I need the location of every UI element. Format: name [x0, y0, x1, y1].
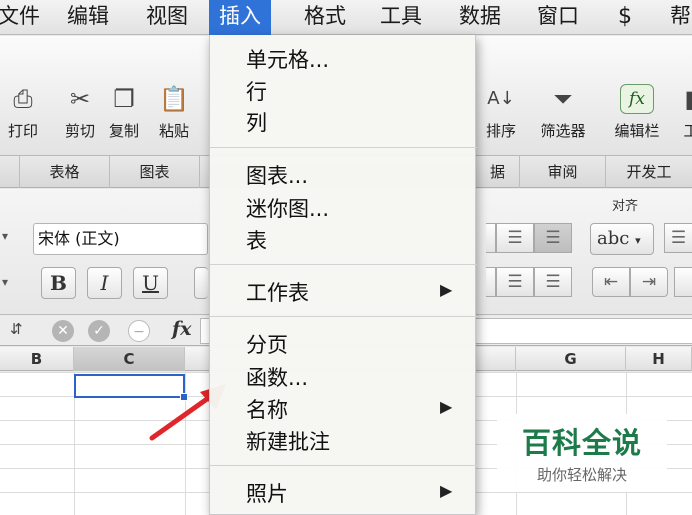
- align-top-button[interactable]: [486, 223, 496, 253]
- menu-item-cells[interactable]: 单元格...: [246, 44, 329, 74]
- menu-separator: [210, 465, 477, 466]
- watermark-title: 百科全说: [521, 426, 642, 460]
- menu-tools[interactable]: 工具: [380, 0, 422, 35]
- menu-separator: [210, 147, 477, 148]
- printer-icon: ⎙: [13, 85, 33, 113]
- cancel-icon[interactable]: ✕: [52, 320, 74, 342]
- menu-item-sparklines[interactable]: 迷你图...: [246, 193, 329, 223]
- decrease-indent-button[interactable]: ⇤: [592, 267, 630, 297]
- watermark-logo: 百科全说 助你轻松解决: [497, 414, 667, 492]
- italic-button[interactable]: I: [87, 267, 122, 299]
- tab-developer[interactable]: 开发工: [606, 156, 692, 188]
- style-dropdown-arrow-icon[interactable]: ▾: [2, 275, 8, 289]
- scissors-icon: ✂: [69, 85, 91, 113]
- menu-item-columns[interactable]: 列: [246, 107, 267, 137]
- underline-button[interactable]: U: [133, 267, 168, 299]
- copy-button[interactable]: ❐ 复制: [104, 84, 144, 141]
- column-header-h[interactable]: H: [626, 347, 692, 371]
- menu-item-function[interactable]: 函数...: [246, 362, 308, 392]
- column-header-f[interactable]: [476, 347, 516, 371]
- menu-item-photo[interactable]: 照片: [246, 478, 288, 508]
- align-bottom-button[interactable]: ☰: [534, 223, 572, 253]
- menu-item-page-break[interactable]: 分页: [246, 329, 288, 359]
- funnel-icon: ⏷: [553, 85, 573, 113]
- menu-item-rows[interactable]: 行: [246, 76, 267, 106]
- equals-icon[interactable]: −: [128, 320, 150, 342]
- menu-data[interactable]: 数据: [459, 0, 501, 35]
- menu-insert[interactable]: 插入: [209, 0, 271, 35]
- sort-az-icon: A↓: [487, 88, 515, 109]
- insert-function-icon[interactable]: fx: [172, 318, 192, 340]
- menu-separator: [210, 316, 477, 317]
- font-name-select[interactable]: 宋体 (正文): [33, 223, 208, 255]
- chevron-down-icon: ▾: [635, 234, 641, 247]
- menu-separator: [210, 264, 477, 265]
- menu-bar: 文件 编辑 视图 插入 格式 工具 数据 窗口 $ 帮: [0, 0, 692, 35]
- watermark-subtitle: 助你轻松解决: [536, 466, 627, 484]
- wrap-text-button[interactable]: abc ▾: [590, 223, 654, 255]
- font-dropdown-arrow-icon[interactable]: ▾: [2, 229, 8, 243]
- menu-item-new-comment[interactable]: 新建批注: [246, 426, 330, 456]
- bold-button[interactable]: B: [41, 267, 76, 299]
- cut-button[interactable]: ✂ 剪切: [60, 84, 100, 141]
- tab-data[interactable]: 据: [476, 156, 520, 188]
- tab-charts[interactable]: 图表: [110, 156, 200, 188]
- menu-item-name[interactable]: 名称: [246, 394, 288, 424]
- menu-item-table[interactable]: 表: [246, 225, 267, 255]
- menu-format[interactable]: 格式: [304, 0, 346, 35]
- menu-item-sheet[interactable]: 工作表: [246, 277, 309, 307]
- formula-input-right[interactable]: [476, 318, 692, 344]
- insert-menu-dropdown: 单元格... 行 列 图表... 迷你图... 表 工作表 ▶ 分页 函数...…: [209, 35, 477, 515]
- align-center-button[interactable]: ☰: [496, 267, 534, 297]
- copy-icon: ❐: [113, 85, 135, 113]
- formula-bar-toggle-button[interactable]: fx 编辑栏: [606, 84, 668, 141]
- tab-tables[interactable]: 表格: [20, 156, 110, 188]
- confirm-icon[interactable]: ✓: [88, 320, 110, 342]
- menu-item-chart[interactable]: 图表...: [246, 160, 308, 190]
- print-button[interactable]: ⎙ 打印: [2, 84, 44, 141]
- text-direction-button[interactable]: ☰: [664, 223, 692, 253]
- align-right-button[interactable]: ☰: [534, 267, 572, 297]
- toolbox-button[interactable]: ▮ 工: [676, 84, 692, 141]
- align-group-label: 对齐: [612, 199, 639, 214]
- merge-button[interactable]: [674, 267, 692, 297]
- menu-help[interactable]: 帮: [670, 0, 691, 35]
- submenu-arrow-icon: ▶: [440, 280, 453, 299]
- border-button[interactable]: [194, 267, 208, 299]
- column-header-c[interactable]: C: [74, 347, 185, 371]
- toolbox-icon: ▮: [684, 85, 692, 113]
- align-left-button[interactable]: [486, 267, 496, 297]
- clipboard-icon: 📋: [159, 85, 189, 113]
- align-middle-button[interactable]: ☰: [496, 223, 534, 253]
- menu-edit[interactable]: 编辑: [67, 0, 109, 35]
- increase-indent-button[interactable]: ⇥: [630, 267, 668, 297]
- menu-view[interactable]: 视图: [146, 0, 188, 35]
- menu-file[interactable]: 文件: [0, 0, 40, 35]
- name-box-stepper-icon[interactable]: ⇵: [10, 320, 23, 338]
- filter-button[interactable]: ⏷ 筛选器: [532, 84, 594, 141]
- column-header-b[interactable]: B: [0, 347, 74, 371]
- paste-button[interactable]: 📋 粘贴: [152, 84, 196, 141]
- tab-start[interactable]: [0, 156, 20, 188]
- submenu-arrow-icon: ▶: [440, 397, 453, 416]
- submenu-arrow-icon: ▶: [440, 481, 453, 500]
- tab-review[interactable]: 审阅: [520, 156, 606, 188]
- sort-button[interactable]: A↓ 排序: [476, 84, 526, 141]
- menu-window[interactable]: 窗口: [537, 0, 579, 35]
- script-menu-icon[interactable]: $: [618, 0, 632, 35]
- fx-icon: fx: [620, 84, 654, 114]
- column-header-g[interactable]: G: [516, 347, 626, 371]
